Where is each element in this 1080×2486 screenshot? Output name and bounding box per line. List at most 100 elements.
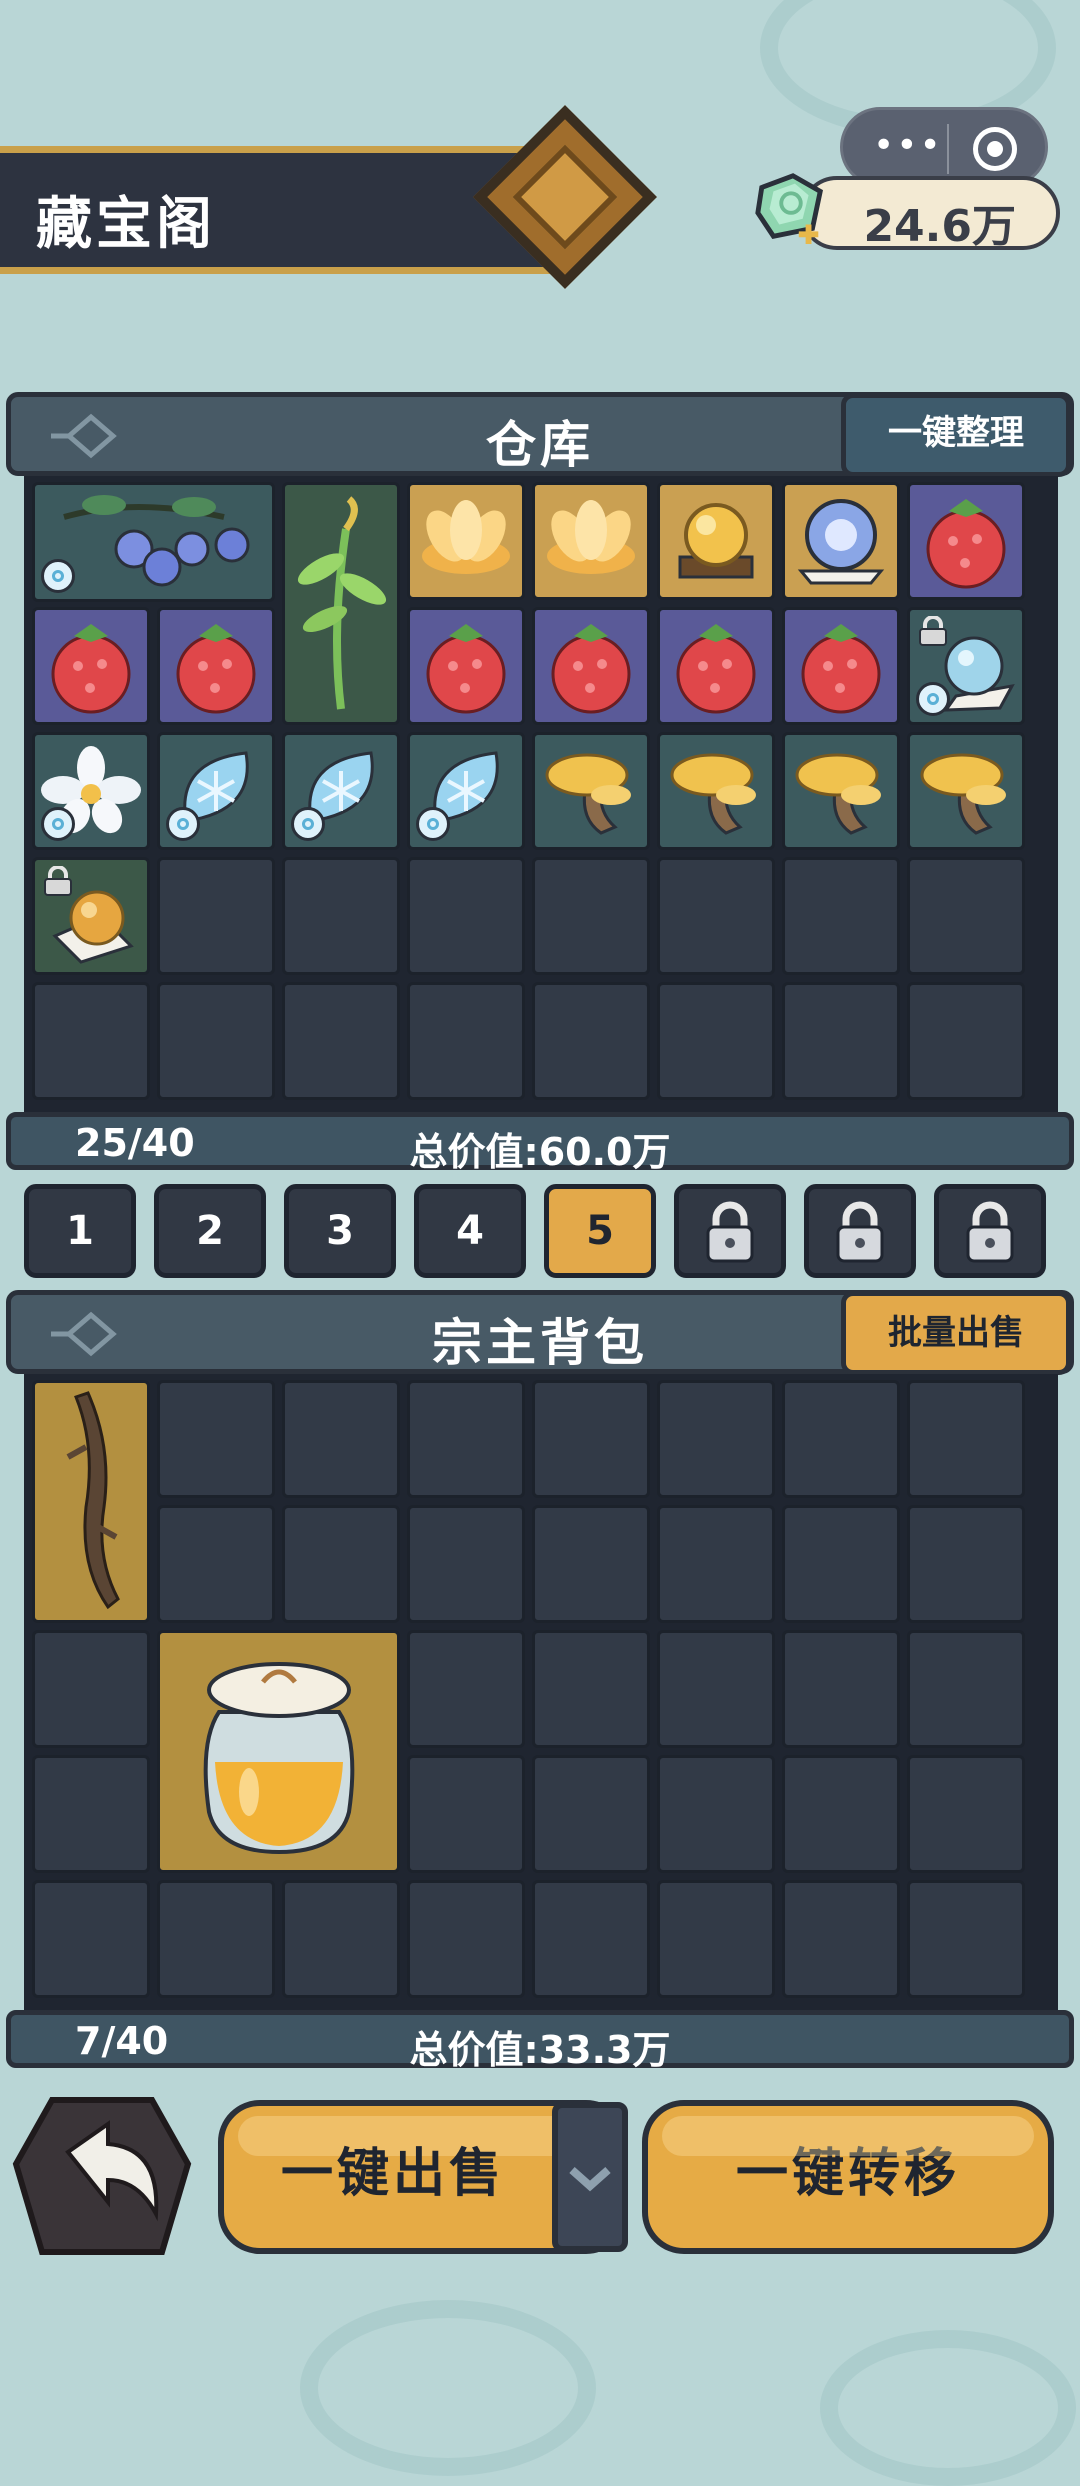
- empty-slot[interactable]: [782, 1880, 900, 1998]
- warehouse-grid: [24, 476, 1058, 1112]
- empty-slot[interactable]: [782, 1755, 900, 1873]
- empty-slot[interactable]: [782, 1630, 900, 1748]
- empty-slot[interactable]: [657, 1880, 775, 1998]
- empty-slot[interactable]: [282, 982, 400, 1100]
- currency-display[interactable]: 24.6万: [800, 176, 1060, 252]
- empty-slot[interactable]: [657, 982, 775, 1100]
- empty-slot[interactable]: [282, 1380, 400, 1498]
- item-blueberry-branch[interactable]: [32, 482, 275, 602]
- item-raspberry[interactable]: [907, 482, 1025, 600]
- item-driftwood[interactable]: [32, 1380, 150, 1623]
- empty-slot[interactable]: [407, 1630, 525, 1748]
- empty-slot[interactable]: [907, 1755, 1025, 1873]
- item-golden-orb[interactable]: [657, 482, 775, 600]
- close-miniprogram-button[interactable]: [973, 127, 1017, 171]
- transfer-all-button[interactable]: 一键转移: [642, 2100, 1054, 2254]
- page-tab-1[interactable]: 1: [24, 1184, 136, 1278]
- empty-slot[interactable]: [907, 1505, 1025, 1623]
- empty-slot[interactable]: [407, 982, 525, 1100]
- crystal-ball-icon: [797, 499, 885, 585]
- bound-badge-icon: [41, 559, 75, 593]
- empty-slot[interactable]: [657, 1755, 775, 1873]
- empty-slot[interactable]: [782, 1505, 900, 1623]
- empty-slot[interactable]: [32, 1880, 150, 1998]
- item-golden-mushroom[interactable]: [532, 732, 650, 850]
- empty-slot[interactable]: [532, 1380, 650, 1498]
- item-taiji-crystal-ball[interactable]: [782, 482, 900, 600]
- item-frost-leaf[interactable]: [157, 732, 275, 850]
- page-tab-locked[interactable]: [934, 1184, 1046, 1278]
- raspberry-icon: [51, 624, 131, 714]
- item-golden-lotus[interactable]: [532, 482, 650, 600]
- empty-slot[interactable]: [532, 857, 650, 975]
- page-tab-4[interactable]: 4: [414, 1184, 526, 1278]
- item-raspberry[interactable]: [407, 607, 525, 725]
- sort-all-button[interactable]: 一键整理: [841, 393, 1071, 477]
- empty-slot[interactable]: [907, 1630, 1025, 1748]
- bag-header: 宗主背包 批量出售: [6, 1290, 1074, 1375]
- raspberry-icon: [426, 624, 506, 714]
- empty-slot[interactable]: [657, 857, 775, 975]
- item-golden-mushroom[interactable]: [657, 732, 775, 850]
- item-golden-lotus[interactable]: [407, 482, 525, 600]
- batch-sell-button[interactable]: 批量出售: [841, 1291, 1071, 1375]
- empty-slot[interactable]: [657, 1505, 775, 1623]
- empty-slot[interactable]: [282, 1505, 400, 1623]
- empty-slot[interactable]: [407, 1755, 525, 1873]
- empty-slot[interactable]: [782, 982, 900, 1100]
- empty-slot[interactable]: [32, 1630, 150, 1748]
- more-menu-button[interactable]: •••: [873, 128, 943, 164]
- page-tab-locked[interactable]: [804, 1184, 916, 1278]
- empty-slot[interactable]: [157, 982, 275, 1100]
- empty-slot[interactable]: [532, 1880, 650, 1998]
- item-frost-leaf[interactable]: [407, 732, 525, 850]
- item-herb-stalk[interactable]: [282, 482, 400, 725]
- empty-slot[interactable]: [907, 1880, 1025, 1998]
- empty-slot[interactable]: [407, 857, 525, 975]
- empty-slot[interactable]: [657, 1630, 775, 1748]
- item-golden-mushroom[interactable]: [782, 732, 900, 850]
- sell-options-dropdown[interactable]: [552, 2102, 628, 2252]
- empty-slot[interactable]: [157, 1505, 275, 1623]
- item-raspberry[interactable]: [32, 607, 150, 725]
- back-button[interactable]: [12, 2094, 192, 2262]
- page-tab-locked[interactable]: [674, 1184, 786, 1278]
- empty-slot[interactable]: [532, 1505, 650, 1623]
- title-banner: 藏宝阁: [0, 146, 560, 274]
- page-tab-3[interactable]: 3: [284, 1184, 396, 1278]
- empty-slot[interactable]: [532, 1630, 650, 1748]
- item-raspberry[interactable]: [157, 607, 275, 725]
- page-tab-2[interactable]: 2: [154, 1184, 266, 1278]
- empty-slot[interactable]: [32, 982, 150, 1100]
- page-tab-5[interactable]: 5: [544, 1184, 656, 1278]
- golden-mushroom-icon: [920, 753, 1006, 835]
- lock-icon: [919, 616, 947, 646]
- empty-slot[interactable]: [407, 1880, 525, 1998]
- item-raspberry[interactable]: [782, 607, 900, 725]
- empty-slot[interactable]: [907, 1380, 1025, 1498]
- empty-slot[interactable]: [157, 1380, 275, 1498]
- empty-slot[interactable]: [907, 857, 1025, 975]
- item-frost-leaf[interactable]: [282, 732, 400, 850]
- empty-slot[interactable]: [782, 1380, 900, 1498]
- empty-slot[interactable]: [532, 1755, 650, 1873]
- item-golden-mushroom[interactable]: [907, 732, 1025, 850]
- empty-slot[interactable]: [282, 857, 400, 975]
- empty-slot[interactable]: [407, 1505, 525, 1623]
- item-raspberry[interactable]: [532, 607, 650, 725]
- empty-slot[interactable]: [282, 1880, 400, 1998]
- empty-slot[interactable]: [407, 1380, 525, 1498]
- empty-slot[interactable]: [782, 857, 900, 975]
- empty-slot[interactable]: [157, 857, 275, 975]
- item-golden-pill-locked[interactable]: [32, 857, 150, 975]
- item-white-flower[interactable]: [32, 732, 150, 850]
- item-raspberry[interactable]: [657, 607, 775, 725]
- empty-slot[interactable]: [532, 982, 650, 1100]
- item-ice-orb-locked[interactable]: [907, 607, 1025, 725]
- empty-slot[interactable]: [32, 1755, 150, 1873]
- empty-slot[interactable]: [907, 982, 1025, 1100]
- bag-total-value: 总价值:33.3万: [409, 2028, 671, 2072]
- empty-slot[interactable]: [157, 1880, 275, 1998]
- empty-slot[interactable]: [657, 1380, 775, 1498]
- item-honey-jar[interactable]: [157, 1630, 400, 1873]
